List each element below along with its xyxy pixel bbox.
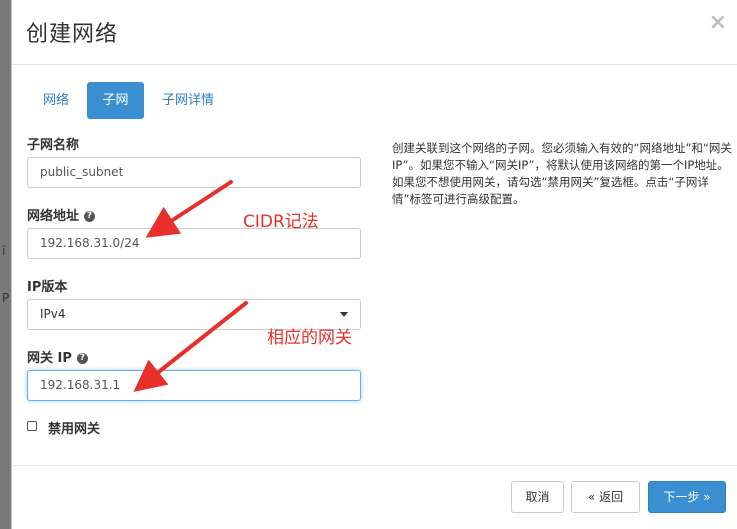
background-fragment: ï: [2, 244, 6, 258]
arrow-to-gateway-ip: [133, 301, 248, 392]
create-network-modal: 创建网络 × 网络 子网 子网详情 子网名称 public_subnet 网络地…: [11, 0, 737, 529]
cancel-button[interactable]: 取消: [511, 481, 564, 513]
annotation-arrows: [133, 180, 248, 392]
background-fragment: P: [2, 291, 10, 305]
next-button[interactable]: 下一步 »: [648, 481, 726, 513]
arrow-to-network-address: [145, 180, 233, 238]
back-button[interactable]: « 返回: [571, 481, 640, 513]
